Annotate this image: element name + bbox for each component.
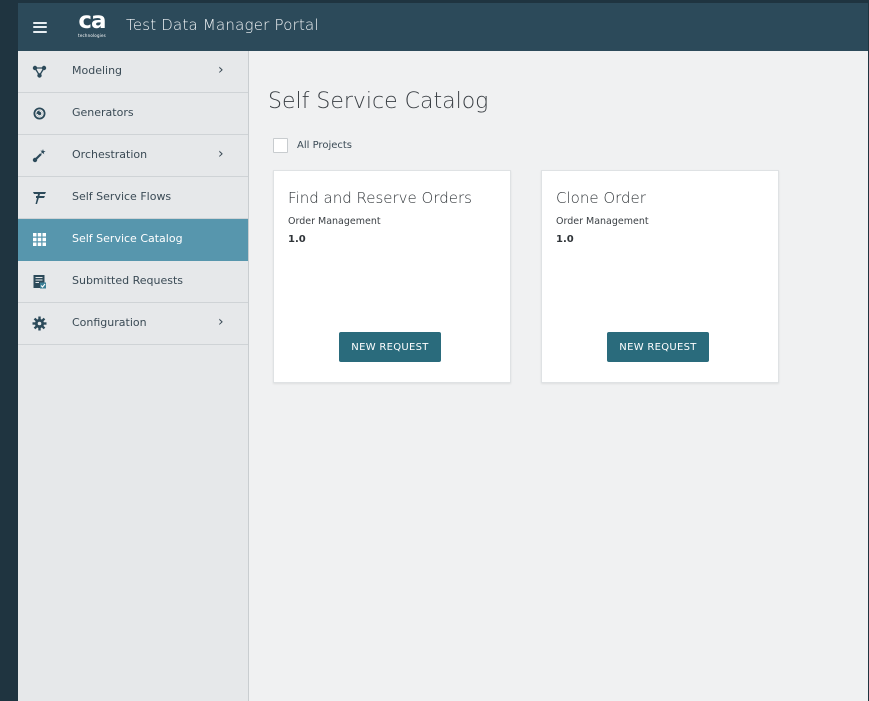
grid-icon <box>32 232 47 247</box>
sidebar-item-label: Modeling <box>72 64 123 77</box>
sidebar-item-submitted-requests[interactable]: Submitted Requests <box>18 261 248 303</box>
generators-icon <box>32 106 47 121</box>
sidebar-item-generators[interactable]: Generators <box>18 93 248 135</box>
card-title: Clone Order <box>556 189 646 207</box>
card-title: Find and Reserve Orders <box>288 189 472 207</box>
all-projects-label: All Projects <box>297 139 352 151</box>
top-bar: ca technologies Test Data Manager Portal <box>18 3 868 51</box>
ca-logo: ca technologies <box>73 10 111 42</box>
sidebar-item-label: Orchestration <box>72 148 148 161</box>
all-projects-checkbox[interactable] <box>273 137 288 153</box>
logo-subtext: technologies <box>78 33 106 38</box>
page-title: Self Service Catalog <box>268 89 489 114</box>
sidebar-item-label: Submitted Requests <box>72 274 183 287</box>
orchestration-icon <box>32 148 47 163</box>
requests-icon <box>32 274 47 289</box>
card-project: Order Management <box>556 216 649 227</box>
sidebar-item-label: Configuration <box>72 316 147 329</box>
sidebar-item-self-service-flows[interactable]: Self Service Flows <box>18 177 248 219</box>
logo-mark: ca <box>78 8 106 34</box>
app-window: ca technologies Test Data Manager Portal… <box>18 3 868 701</box>
chevron-right-icon: › <box>218 314 224 330</box>
chevron-right-icon: › <box>218 146 224 162</box>
sidebar-item-label: Self Service Catalog <box>72 232 183 245</box>
sidebar-item-orchestration[interactable]: Orchestration › <box>18 135 248 177</box>
new-request-button[interactable]: NEW REQUEST <box>607 332 709 362</box>
modeling-icon <box>32 64 47 79</box>
flows-icon <box>32 190 47 205</box>
main-content: Self Service Catalog All Projects Find a… <box>249 51 868 701</box>
gear-icon <box>32 316 47 331</box>
sidebar-item-label: Generators <box>72 106 134 119</box>
app-title: Test Data Manager Portal <box>126 16 319 34</box>
sidebar: Modeling › Generators Orchestration › Se… <box>18 51 249 701</box>
card-version: 1.0 <box>288 234 306 245</box>
sidebar-item-modeling[interactable]: Modeling › <box>18 51 248 93</box>
card-project: Order Management <box>288 216 381 227</box>
sidebar-item-label: Self Service Flows <box>72 190 172 203</box>
card-version: 1.0 <box>556 234 574 245</box>
new-request-button[interactable]: NEW REQUEST <box>339 332 441 362</box>
menu-icon[interactable] <box>18 3 62 51</box>
sidebar-item-self-service-catalog[interactable]: Self Service Catalog <box>18 219 248 261</box>
catalog-card-clone-order: Clone Order Order Management 1.0 NEW REQ… <box>541 170 779 383</box>
sidebar-item-configuration[interactable]: Configuration › <box>18 303 248 345</box>
catalog-card-find-and-reserve-orders: Find and Reserve Orders Order Management… <box>273 170 511 383</box>
chevron-right-icon: › <box>218 62 224 78</box>
all-projects-filter[interactable]: All Projects <box>273 137 352 153</box>
